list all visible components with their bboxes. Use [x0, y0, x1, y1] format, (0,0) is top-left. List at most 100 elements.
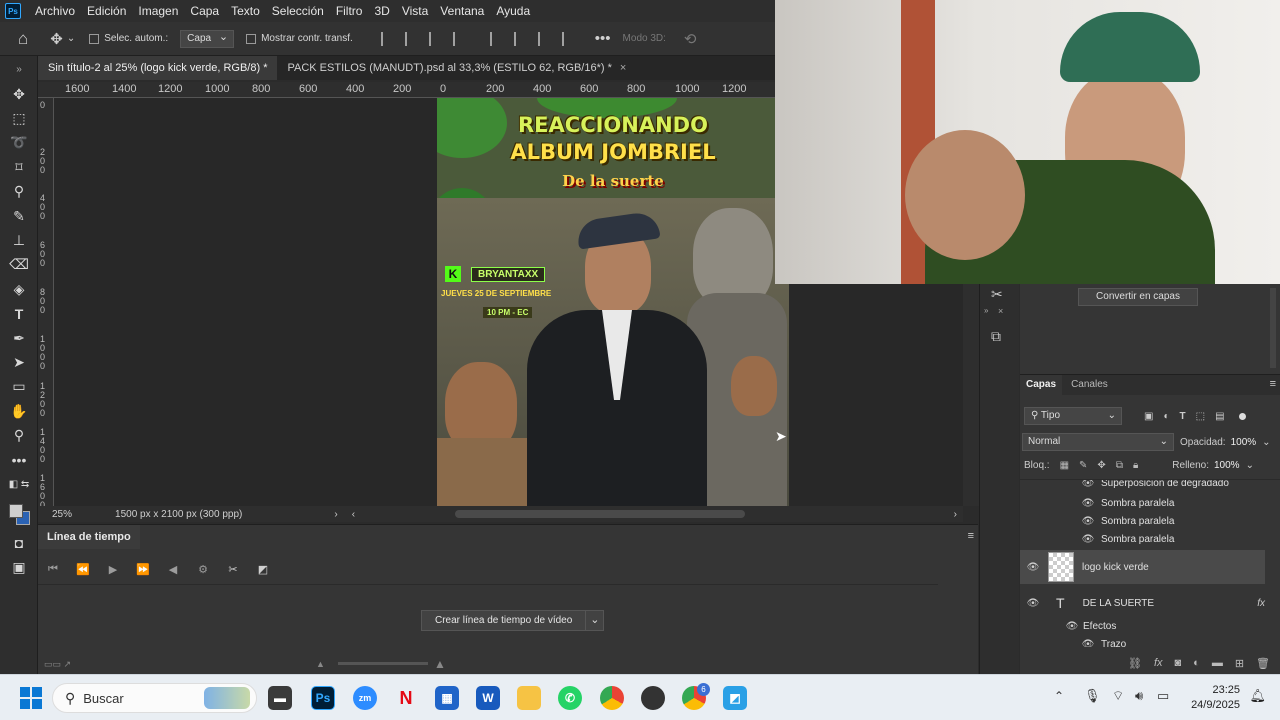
photos-app-icon[interactable]: ◩: [723, 686, 747, 710]
eyedropper-tool-icon[interactable]: ⚲: [0, 180, 38, 204]
horizontal-scrollbar-thumb[interactable]: [455, 510, 745, 518]
play-icon[interactable]: ▶: [98, 563, 128, 576]
layer-name[interactable]: DE LA SUERTE: [1083, 598, 1155, 609]
photoshop-logo-icon[interactable]: Ps: [5, 3, 21, 19]
settings-gear-icon[interactable]: ⚙: [188, 563, 218, 576]
hand-tool-icon[interactable]: ✋: [0, 399, 38, 423]
transition-icon[interactable]: ◩: [248, 563, 278, 576]
distribute-vertical-icon[interactable]: [561, 31, 576, 46]
3d-orbit-icon[interactable]: ⟲: [684, 30, 697, 48]
align-center-icon[interactable]: [404, 31, 419, 46]
panel-menu-icon[interactable]: ≡: [968, 530, 974, 542]
align-left-icon[interactable]: [380, 31, 395, 46]
paint-bucket-tool-icon[interactable]: ◈: [0, 277, 38, 301]
frame-mode-icon[interactable]: ▭▭ ↗: [44, 659, 71, 670]
lasso-tool-icon[interactable]: ➰: [0, 131, 38, 155]
layer-filter-dropdown[interactable]: ⚲ Tipo ⌄: [1024, 407, 1122, 425]
word-app-icon[interactable]: W: [476, 686, 500, 710]
filter-adjustment-icon[interactable]: ◐: [1163, 411, 1169, 422]
app-with-badge-icon[interactable]: [641, 686, 665, 710]
chevron-down-icon[interactable]: ⌄: [67, 33, 75, 44]
new-group-icon[interactable]: ▬: [1212, 657, 1223, 669]
tab-document[interactable]: PACK ESTILOS (MANUDT).psd al 33,3% (ESTI…: [277, 56, 636, 80]
layer-name[interactable]: logo kick verde: [1082, 562, 1149, 573]
file-explorer-icon[interactable]: [517, 686, 541, 710]
zoom-in-mountain-icon[interactable]: ▲: [434, 657, 446, 671]
audio-icon[interactable]: ◀: [158, 563, 188, 576]
adjustment-layer-icon[interactable]: ◐: [1193, 657, 1200, 669]
move-tool-icon[interactable]: ✥: [50, 30, 63, 48]
eye-icon[interactable]: 👁︎: [1081, 534, 1095, 545]
move-tool-icon[interactable]: ✥: [0, 82, 38, 106]
tab-layers[interactable]: Capas: [1020, 375, 1063, 395]
chrome-app-icon[interactable]: [600, 686, 624, 710]
close-icon[interactable]: ×: [998, 306, 1003, 316]
whatsapp-app-icon[interactable]: ✆: [558, 686, 582, 710]
more-options-icon[interactable]: •••: [595, 30, 611, 47]
chevron-up-icon[interactable]: ⌃: [1054, 689, 1064, 703]
layer-row[interactable]: 👁︎ T DE LA SUERTE fx: [1020, 590, 1265, 616]
scroll-left-icon[interactable]: ‹: [352, 509, 355, 520]
object-selection-tool-icon[interactable]: ⌑: [0, 155, 38, 179]
brush-tool-icon[interactable]: ✎: [0, 204, 38, 228]
filter-toggle[interactable]: [1238, 412, 1246, 420]
menu-texto[interactable]: Texto: [225, 0, 266, 22]
effect-row[interactable]: 👁︎ Sombra paralela: [1020, 494, 1265, 512]
new-layer-icon[interactable]: ⊞: [1235, 657, 1244, 670]
create-video-timeline-button[interactable]: Crear línea de tiempo de vídeo ⌄: [421, 610, 605, 631]
zoom-tool-icon[interactable]: ⚲: [0, 423, 38, 447]
blend-mode-dropdown[interactable]: Normal ⌄: [1022, 433, 1174, 451]
chevron-down-icon[interactable]: ⌄: [585, 611, 603, 630]
screen-mode-icon[interactable]: ▣: [0, 555, 38, 579]
distribute-icon[interactable]: [452, 31, 467, 46]
menu-capa[interactable]: Capa: [184, 0, 225, 22]
menu-vista[interactable]: Vista: [396, 0, 434, 22]
lock-all-icon[interactable]: 🔒︎: [1133, 460, 1138, 471]
trash-icon[interactable]: 🗑︎: [1256, 657, 1270, 670]
menu-ventana[interactable]: Ventana: [434, 0, 490, 22]
lock-position-icon[interactable]: ✥: [1097, 460, 1105, 471]
eye-icon[interactable]: 👁︎: [1081, 639, 1095, 648]
panel-menu-icon[interactable]: ≡: [1270, 378, 1276, 390]
filter-text-icon[interactable]: T: [1180, 411, 1186, 422]
align-bottom-icon[interactable]: [537, 31, 552, 46]
zoom-level[interactable]: 25%: [52, 509, 72, 520]
align-top-icon[interactable]: [489, 31, 504, 46]
align-middle-icon[interactable]: [513, 31, 528, 46]
menu-filtro[interactable]: Filtro: [330, 0, 369, 22]
home-icon[interactable]: ⌂: [18, 29, 28, 49]
color-swatches[interactable]: [0, 497, 38, 531]
effect-row[interactable]: 👁︎ Sombra paralela: [1020, 512, 1265, 530]
convert-to-layers-button[interactable]: Convertir en capas: [1078, 288, 1198, 306]
next-frame-icon[interactable]: ⏩: [128, 563, 158, 576]
microsoft-store-icon[interactable]: ▦: [435, 686, 459, 710]
stamp-tool-icon[interactable]: ⊥: [0, 228, 38, 252]
close-icon[interactable]: ×: [620, 62, 626, 74]
fx-icon[interactable]: fx: [1257, 598, 1265, 609]
link-layers-icon[interactable]: ⛓: [1128, 657, 1142, 670]
menu-archivo[interactable]: Archivo: [29, 0, 81, 22]
rectangle-tool-icon[interactable]: ▭: [0, 375, 38, 399]
file-explorer-dark-icon[interactable]: ▬: [268, 686, 292, 710]
split-scissors-icon[interactable]: ✂: [218, 563, 248, 576]
path-selection-tool-icon[interactable]: ➤: [0, 350, 38, 374]
chevron-down-icon[interactable]: ⌄: [1246, 460, 1254, 471]
marquee-tool-icon[interactable]: ⬚: [0, 106, 38, 130]
notification-bell-icon[interactable]: 🔔︎: [1249, 688, 1266, 704]
add-mask-icon[interactable]: ◙: [1175, 657, 1182, 669]
tab-channels[interactable]: Canales: [1065, 375, 1114, 395]
opacity-value[interactable]: 100%: [1231, 437, 1257, 448]
more-tools-icon[interactable]: •••: [0, 448, 38, 472]
transform-controls-checkbox[interactable]: [246, 33, 261, 45]
fx-icon[interactable]: fx: [1154, 657, 1163, 669]
battery-icon[interactable]: ▭: [1157, 688, 1169, 704]
eraser-tool-icon[interactable]: ⌫: [0, 253, 38, 277]
wifi-icon[interactable]: ⌔: [1112, 688, 1124, 704]
menu-edicion[interactable]: Edición: [81, 0, 132, 22]
pen-tool-icon[interactable]: ✒: [0, 326, 38, 350]
menu-3d[interactable]: 3D: [368, 0, 395, 22]
quick-mask-icon[interactable]: ◘: [0, 531, 38, 555]
menu-imagen[interactable]: Imagen: [132, 0, 184, 22]
tools-panel-icon[interactable]: ✂: [991, 286, 1003, 303]
windows-start-icon[interactable]: [20, 687, 42, 709]
